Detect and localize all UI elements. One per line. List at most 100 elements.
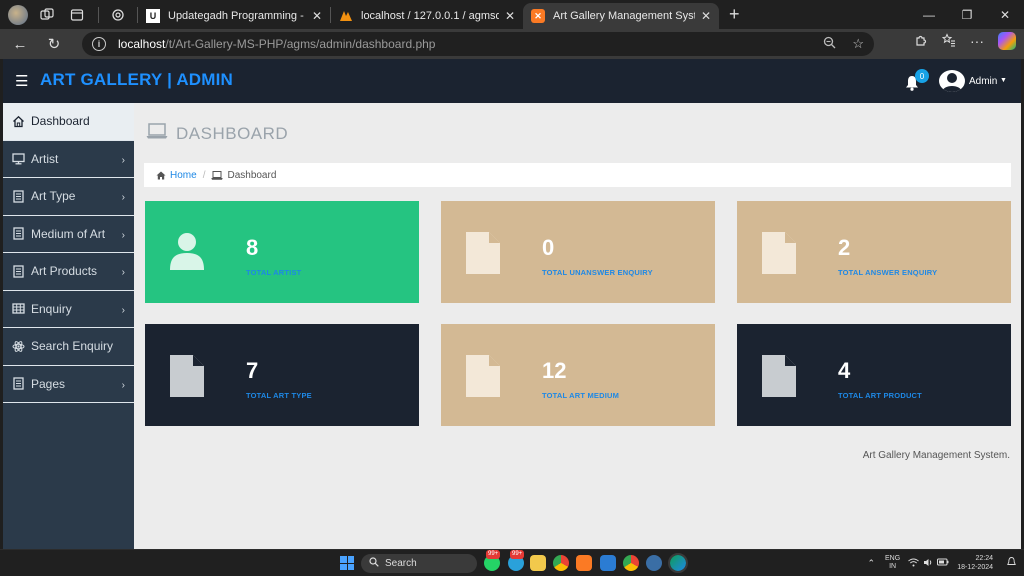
chrome-profile-icon[interactable] bbox=[623, 555, 639, 571]
footer-text: Art Gallery Management System. bbox=[862, 450, 1010, 461]
sidebar-item-artist[interactable]: Artist › bbox=[3, 141, 134, 178]
card-label: TOTAL ANSWER ENQUIRY bbox=[838, 268, 938, 277]
new-tab-icon[interactable]: + bbox=[729, 4, 740, 25]
favorite-star-icon[interactable]: ☆ bbox=[852, 36, 864, 52]
brand-title[interactable]: ART GALLERY | ADMIN bbox=[40, 70, 233, 90]
notepad-icon[interactable] bbox=[600, 555, 616, 571]
user-dropdown-caret-icon[interactable]: ▼ bbox=[1000, 77, 1007, 84]
zoom-icon[interactable] bbox=[823, 36, 836, 52]
clock[interactable]: 22:24 18-12-2024 bbox=[957, 554, 993, 572]
tray-overflow-icon[interactable]: ⌃ bbox=[867, 558, 875, 569]
sidebar-item-label: Enquiry bbox=[31, 301, 72, 316]
address-bar: ← ↻ i localhost/t/Art-Gallery-MS-PHP/agm… bbox=[0, 29, 1024, 59]
favorites-list-icon[interactable] bbox=[941, 32, 956, 50]
card-total-art-type[interactable]: 7 TOTAL ART TYPE bbox=[145, 324, 419, 426]
sidebar-item-search-enquiry[interactable]: Search Enquiry bbox=[3, 328, 134, 366]
extensions-icon[interactable] bbox=[914, 33, 928, 50]
card-label: TOTAL ART PRODUCT bbox=[838, 391, 922, 400]
url-host: localhost bbox=[118, 37, 166, 51]
tab-updategadh[interactable]: U Updategadh Programming - Upd ✕ bbox=[138, 3, 330, 29]
card-value: 7 bbox=[246, 358, 259, 383]
user-avatar-icon[interactable] bbox=[939, 70, 965, 92]
minimize-icon[interactable]: — bbox=[910, 0, 948, 29]
workspaces-icon[interactable] bbox=[36, 4, 58, 26]
volume-icon[interactable] bbox=[923, 558, 933, 569]
xampp-icon[interactable] bbox=[576, 555, 592, 571]
edge-icon[interactable] bbox=[668, 553, 688, 573]
taskbar: Search 99+ 99+ ⌃ ENG IN 22:24 18-12-2024 bbox=[0, 549, 1024, 576]
tab-title: Art Gallery Management System bbox=[553, 10, 695, 22]
card-value: 12 bbox=[542, 358, 567, 383]
system-tray: ⌃ ENG IN 22:24 18-12-2024 bbox=[867, 554, 1016, 572]
whatsapp-badge: 99+ bbox=[486, 550, 501, 559]
file-explorer-icon[interactable] bbox=[530, 555, 546, 571]
phpmyadmin-favicon-icon bbox=[339, 9, 353, 23]
telegram-badge: 99+ bbox=[510, 550, 525, 559]
sidebar-item-art-products[interactable]: Art Products › bbox=[3, 253, 134, 291]
notifications-center-icon[interactable] bbox=[1007, 557, 1016, 569]
sidebar-item-medium-of-art[interactable]: Medium of Art › bbox=[3, 216, 134, 253]
screen: U Updategadh Programming - Upd ✕ localho… bbox=[0, 0, 1024, 576]
breadcrumb-current-label: Dashboard bbox=[227, 169, 277, 181]
chevron-right-icon: › bbox=[121, 192, 125, 203]
tab-title: Updategadh Programming - Upd bbox=[168, 10, 306, 22]
windows-start-icon[interactable] bbox=[340, 556, 354, 570]
xampp-favicon-icon: ✕ bbox=[531, 9, 545, 23]
taskbar-search[interactable]: Search bbox=[361, 554, 477, 573]
back-icon[interactable]: ← bbox=[6, 32, 34, 56]
close-tab-icon[interactable]: ✕ bbox=[505, 9, 515, 23]
menu-toggle-icon[interactable]: ☰ bbox=[15, 72, 28, 90]
chrome-icon[interactable] bbox=[553, 555, 569, 571]
card-total-answer-enquiry[interactable]: 2 TOTAL ANSWER ENQUIRY bbox=[737, 201, 1011, 303]
app-icon[interactable] bbox=[646, 555, 662, 571]
sidebar-item-label: Medium of Art bbox=[31, 226, 106, 241]
reload-icon[interactable]: ↻ bbox=[40, 32, 68, 56]
close-tab-icon[interactable]: ✕ bbox=[701, 9, 711, 23]
page-title-text: DASHBOARD bbox=[176, 123, 289, 143]
file-icon bbox=[11, 189, 25, 203]
sidebar-item-pages[interactable]: Pages › bbox=[3, 366, 134, 403]
document-icon bbox=[465, 354, 501, 397]
breadcrumb: Home / Dashboard bbox=[144, 163, 1011, 187]
user-name[interactable]: Admin bbox=[969, 76, 997, 87]
sidebar: Dashboard Artist › Art Type › Medium of … bbox=[3, 103, 134, 549]
table-icon bbox=[11, 302, 25, 316]
card-total-unanswer-enquiry[interactable]: 0 TOTAL UNANSWER ENQUIRY bbox=[441, 201, 715, 303]
language-indicator[interactable]: ENG IN bbox=[885, 555, 900, 571]
window-controls: — ❐ ✕ bbox=[910, 0, 1024, 29]
tab-art-gallery[interactable]: ✕ Art Gallery Management System ✕ bbox=[523, 3, 719, 29]
sidebar-item-art-type[interactable]: Art Type › bbox=[3, 178, 134, 216]
card-value: 2 bbox=[838, 235, 851, 260]
app-header: ☰ ART GALLERY | ADMIN 0 Admin ▼ bbox=[3, 59, 1021, 103]
close-tab-icon[interactable]: ✕ bbox=[312, 9, 322, 23]
more-options-icon[interactable]: ··· bbox=[970, 33, 984, 49]
close-window-icon[interactable]: ✕ bbox=[986, 0, 1024, 29]
updategadh-favicon-icon: U bbox=[146, 9, 160, 23]
sidebar-item-label: Search Enquiry bbox=[31, 339, 114, 354]
file-icon bbox=[11, 227, 25, 241]
copilot-icon[interactable] bbox=[998, 32, 1016, 50]
chatgpt-tab-icon[interactable] bbox=[107, 4, 129, 26]
wifi-icon[interactable] bbox=[908, 558, 919, 569]
sidebar-item-label: Art Type bbox=[31, 189, 76, 204]
file-icon bbox=[11, 377, 25, 391]
breadcrumb-home-link[interactable]: Home bbox=[156, 170, 197, 181]
search-icon bbox=[369, 557, 379, 570]
card-value: 0 bbox=[542, 235, 555, 260]
tab-separator bbox=[98, 6, 99, 23]
battery-icon[interactable] bbox=[937, 558, 949, 568]
chevron-right-icon: › bbox=[121, 267, 125, 278]
home-icon bbox=[11, 114, 25, 128]
sidebar-item-enquiry[interactable]: Enquiry › bbox=[3, 291, 134, 328]
card-total-art-medium[interactable]: 12 TOTAL ART MEDIUM bbox=[441, 324, 715, 426]
url-field[interactable]: i localhost/t/Art-Gallery-MS-PHP/agms/ad… bbox=[82, 32, 874, 56]
restore-icon[interactable]: ❐ bbox=[948, 0, 986, 29]
sidebar-item-dashboard[interactable]: Dashboard bbox=[3, 103, 134, 141]
card-total-artist[interactable]: 8 TOTAL ARTIST bbox=[145, 201, 419, 303]
card-total-art-product[interactable]: 4 TOTAL ART PRODUCT bbox=[737, 324, 1011, 426]
site-info-icon[interactable]: i bbox=[92, 37, 106, 51]
tab-actions-icon[interactable] bbox=[66, 4, 88, 26]
document-icon bbox=[761, 231, 797, 274]
profile-avatar-icon[interactable] bbox=[8, 4, 28, 25]
tab-phpmyadmin[interactable]: localhost / 127.0.0.1 / agmsdb | p ✕ bbox=[331, 3, 523, 29]
